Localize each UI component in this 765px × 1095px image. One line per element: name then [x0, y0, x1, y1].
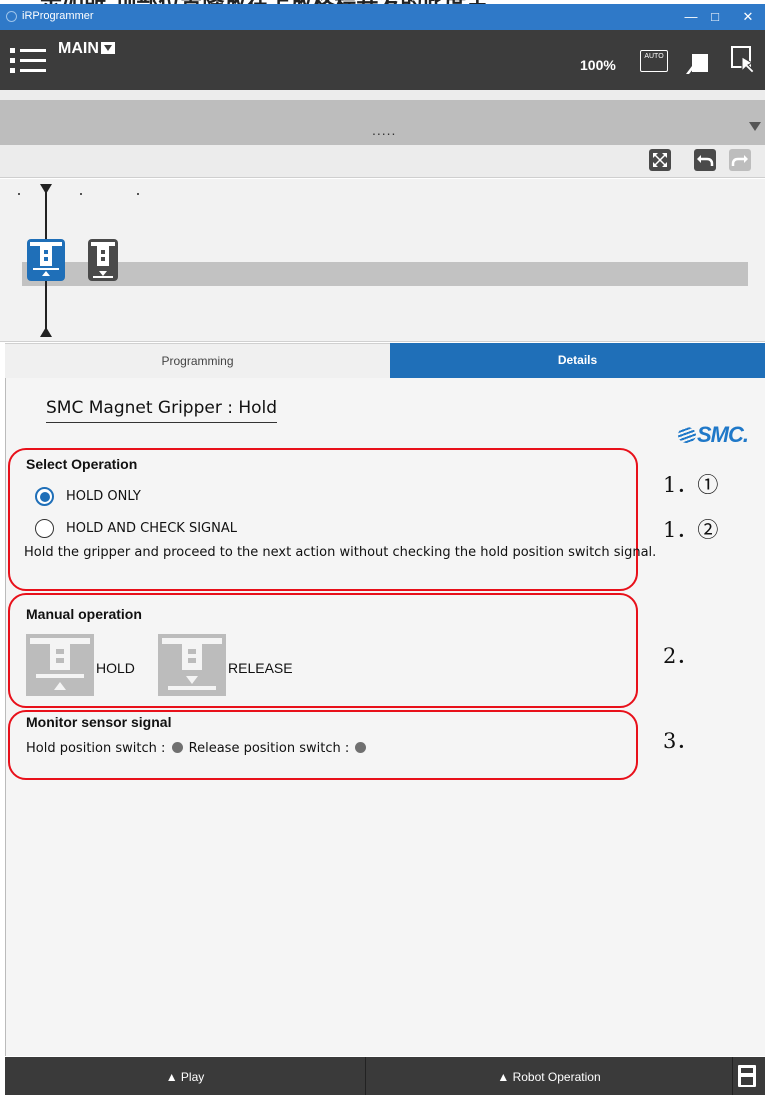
smc-swirl-icon [678, 427, 696, 443]
auto-mode-icon[interactable]: AUTO [640, 50, 668, 72]
bottom-bar: ▲ Play ▲ Robot Operation [5, 1057, 765, 1095]
gripper-hold-block[interactable] [27, 239, 65, 281]
hold-label[interactable]: HOLD [96, 660, 135, 676]
hold-switch-lamp [171, 742, 183, 753]
sensor-readout: Hold position switch : Release position … [26, 741, 368, 756]
release-label[interactable]: RELEASE [228, 660, 293, 676]
annotation-2: 2． [663, 644, 698, 668]
hold-switch-label: Hold position switch : [26, 741, 166, 756]
robot-operation-button[interactable]: ▲ Robot Operation [366, 1057, 732, 1095]
window-title: iRProgrammer [22, 10, 94, 22]
program-selector[interactable]: MAIN [58, 40, 115, 58]
select-operation-title: Select Operation [26, 456, 138, 472]
band-dots: ..... [372, 122, 397, 138]
monitor-sensor-title: Monitor sensor signal [26, 714, 172, 730]
play-button[interactable]: ▲ Play [5, 1057, 365, 1095]
close-button[interactable]: ✕ [738, 7, 758, 27]
release-switch-lamp [355, 742, 367, 753]
annotation-1-2: 1．② [663, 518, 719, 542]
zoom-level: 100% [580, 57, 616, 73]
details-panel: SMC Magnet Gripper : Hold SMC. Select Op… [5, 378, 765, 1056]
radio-hold-and-check[interactable] [35, 519, 54, 538]
radio-hold-only-label[interactable]: HOLD ONLY [66, 489, 141, 504]
annotation-1-1: 1．① [663, 473, 719, 497]
redo-icon[interactable] [729, 149, 751, 171]
smc-logo: SMC. [678, 422, 749, 448]
app-icon [6, 11, 17, 22]
annotation-3: 3． [663, 729, 698, 753]
menu-icon[interactable] [10, 42, 46, 78]
hold-icon[interactable] [26, 634, 94, 696]
operation-description: Hold the gripper and proceed to the next… [24, 545, 657, 560]
release-switch-label: Release position switch : [188, 741, 350, 756]
expand-icon[interactable] [649, 149, 671, 171]
smc-logo-text: SMC. [697, 422, 749, 447]
main-toolbar: MAIN 100% AUTO [0, 30, 765, 90]
timeline-track [22, 262, 748, 286]
page-title: SMC Magnet Gripper : Hold [46, 398, 278, 423]
save-icon[interactable] [738, 1065, 756, 1087]
program-name: MAIN [58, 40, 99, 57]
tab-programming[interactable]: Programming [5, 343, 390, 378]
band-caret-icon[interactable] [749, 122, 761, 131]
radio-hold-and-check-label[interactable]: HOLD AND CHECK SIGNAL [66, 521, 237, 536]
program-timeline[interactable] [0, 179, 765, 342]
minimize-button[interactable]: — [681, 7, 701, 27]
program-area-band: ..... [0, 100, 765, 145]
auto-mode-label: AUTO [644, 53, 664, 60]
cursor-top-marker [40, 184, 52, 194]
manual-operation-title: Manual operation [26, 606, 142, 622]
undo-icon[interactable] [694, 149, 716, 171]
window-titlebar: iRProgrammer — □ ✕ [0, 4, 765, 30]
touch-mode-icon[interactable] [730, 45, 758, 75]
maximize-button[interactable]: □ [705, 7, 725, 27]
teach-pendant-icon[interactable] [684, 52, 710, 76]
gripper-release-block[interactable] [88, 239, 118, 281]
edit-toolbar [0, 145, 765, 178]
chevron-down-icon [100, 42, 115, 54]
cursor-bottom-marker [40, 327, 52, 337]
tab-details[interactable]: Details [390, 343, 765, 378]
radio-hold-only[interactable] [35, 487, 54, 506]
release-icon[interactable] [158, 634, 226, 696]
